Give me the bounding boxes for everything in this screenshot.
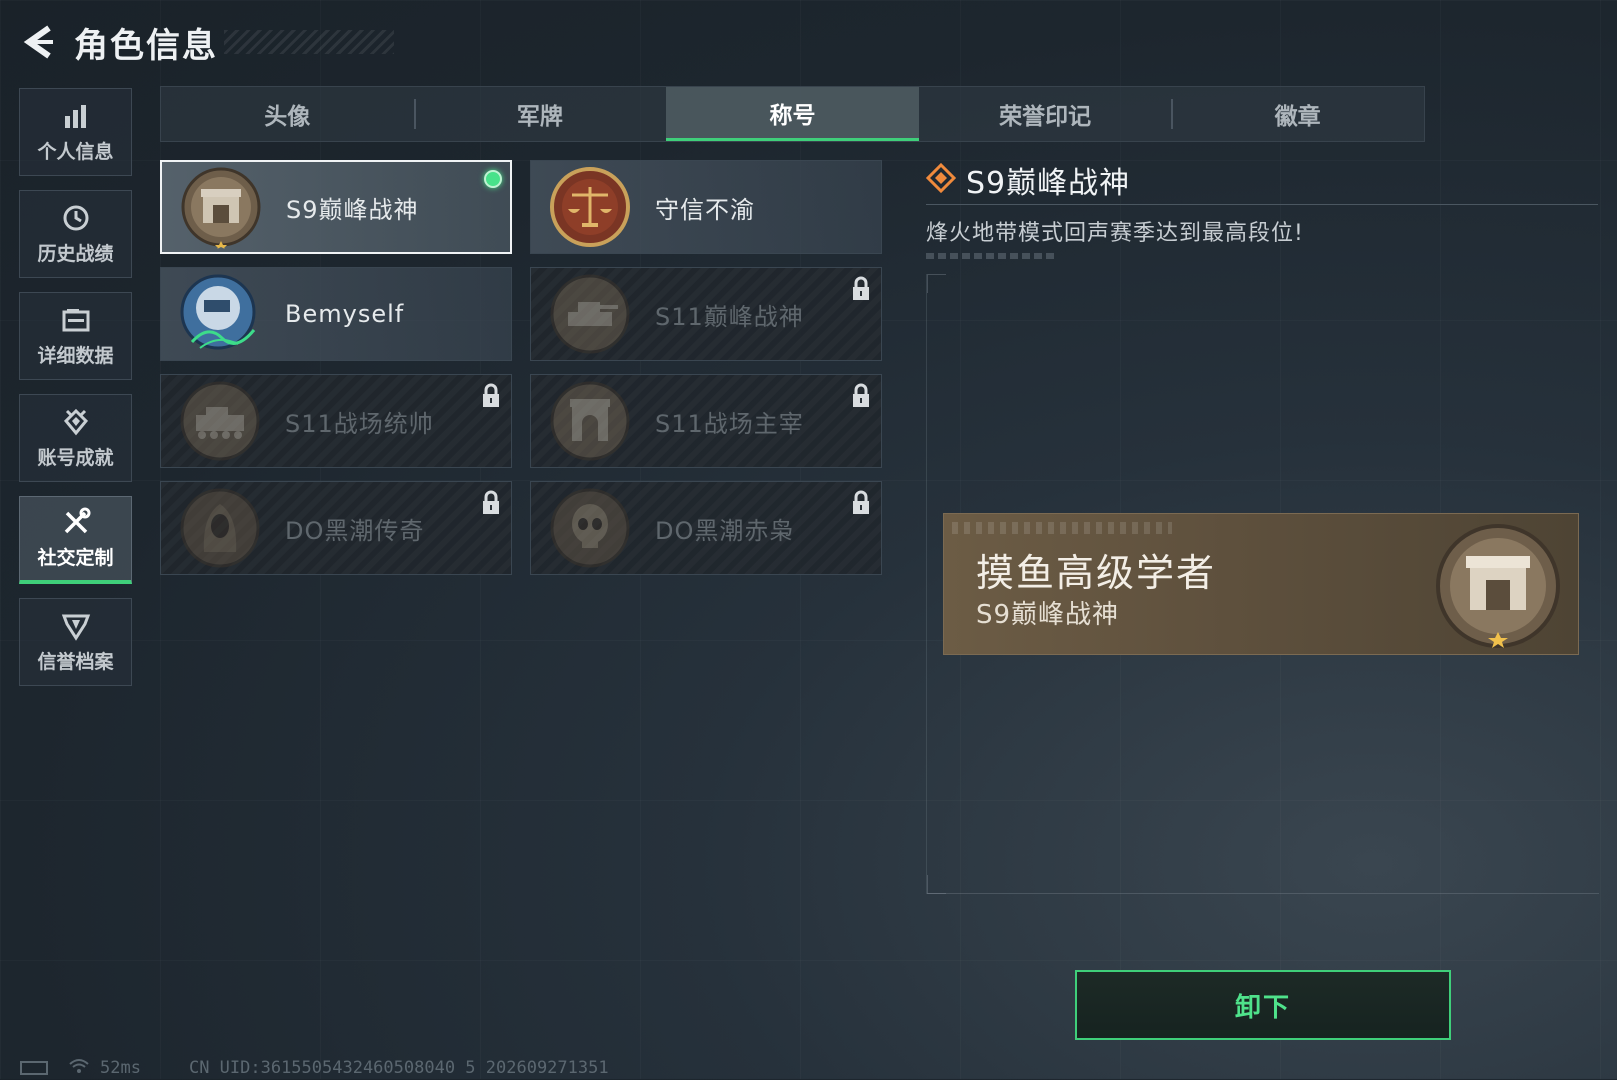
sidebar-item-label: 个人信息 xyxy=(37,140,114,163)
title-card[interactable]: Bemyself xyxy=(160,267,512,361)
equipped-indicator xyxy=(484,170,502,188)
uid-text: CN UID:3615505432460508040 5 20260927135… xyxy=(188,1058,609,1078)
sidebar-item-label: 信誉档案 xyxy=(37,650,114,673)
lock-icon xyxy=(851,383,871,409)
tab-label: 军牌 xyxy=(516,104,563,130)
title-label: DO黑潮传奇 xyxy=(285,516,425,545)
title-detail-panel: S9巅峰战神 烽火地带模式回声赛季达到最高段位! xyxy=(925,160,1598,259)
page-title: 角色信息 xyxy=(74,25,218,66)
title-label: S11战场主宰 xyxy=(655,409,804,438)
detail-description: 烽火地带模式回声赛季达到最高段位! xyxy=(926,221,1304,246)
bar-chart-icon xyxy=(61,101,91,131)
title-card[interactable]: S11战场统帅 xyxy=(160,374,512,468)
tab-badge[interactable]: 徽章 xyxy=(1171,87,1424,141)
tab-label: 头像 xyxy=(264,104,311,130)
detail-title: S9巅峰战神 xyxy=(966,166,1131,201)
status-bar: 52ms CN UID:3615505432460508040 5 202609… xyxy=(20,1058,609,1078)
title-card[interactable]: DO黑潮赤枭 xyxy=(530,481,882,575)
divider xyxy=(926,204,1598,205)
tab-title[interactable]: 称号 xyxy=(666,87,919,141)
diamond-icon xyxy=(925,162,957,197)
side-nav: 个人信息 历史战绩 详细数据 账号成就 社交定制 信誉档案 xyxy=(19,88,134,700)
tab-avatar[interactable]: 头像 xyxy=(161,87,414,141)
battery-icon xyxy=(20,1061,48,1075)
sidebar-item-label: 账号成就 xyxy=(37,446,114,469)
tank-laurel-emblem xyxy=(547,271,633,357)
sidebar-item-history[interactable]: 历史战绩 xyxy=(19,190,132,278)
tools-icon xyxy=(61,507,91,537)
tab-honor-mark[interactable]: 荣誉印记 xyxy=(919,87,1172,141)
credit-shield-icon xyxy=(61,611,91,641)
tab-label: 徽章 xyxy=(1274,104,1321,130)
title-label: S9巅峰战神 xyxy=(286,195,419,224)
arch-emblem xyxy=(547,378,633,464)
ping-text: 52ms xyxy=(100,1058,141,1078)
arch-laurel-emblem xyxy=(178,164,264,250)
arch-laurel-emblem xyxy=(1432,520,1564,652)
lock-icon xyxy=(481,490,501,516)
hooded-figure-emblem xyxy=(177,485,263,571)
unequip-button[interactable]: 卸下 xyxy=(1075,970,1451,1040)
title-card[interactable]: DO黑潮传奇 xyxy=(160,481,512,575)
sidebar-item-detailed-data[interactable]: 详细数据 xyxy=(19,292,132,380)
nameplate-title: S9巅峰战神 xyxy=(976,600,1120,630)
sidebar-item-social-custom[interactable]: 社交定制 xyxy=(19,496,132,584)
tab-label: 称号 xyxy=(769,102,816,129)
title-label: Bemyself xyxy=(285,300,405,328)
sidebar-item-personal-info[interactable]: 个人信息 xyxy=(19,88,132,176)
achievement-icon xyxy=(61,407,91,437)
skull-emblem xyxy=(547,485,633,571)
signature-emblem xyxy=(177,271,263,357)
lock-icon xyxy=(481,383,501,409)
lock-icon xyxy=(851,490,871,516)
category-tabs: 头像 军牌 称号 荣誉印记 徽章 xyxy=(160,86,1425,142)
sidebar-item-label: 详细数据 xyxy=(37,344,114,367)
progress-dots xyxy=(926,253,1054,259)
detail-header: S9巅峰战神 xyxy=(925,160,1598,201)
apc-emblem xyxy=(177,378,263,464)
title-card[interactable]: S11战场主宰 xyxy=(530,374,882,468)
tab-label: 荣誉印记 xyxy=(999,104,1092,130)
title-label: DO黑潮赤枭 xyxy=(655,516,795,545)
nameplate-preview: 摸鱼高级学者 S9巅峰战神 xyxy=(943,513,1579,655)
tab-dog-tag[interactable]: 军牌 xyxy=(413,87,667,141)
title-card[interactable]: S11巅峰战神 xyxy=(530,267,882,361)
nameplate-decoration xyxy=(952,522,1172,534)
wifi-icon xyxy=(68,1057,90,1080)
chevron-left-icon[interactable] xyxy=(20,22,56,62)
nameplate-player-name: 摸鱼高级学者 xyxy=(976,551,1217,595)
lock-icon xyxy=(851,276,871,302)
history-clock-icon xyxy=(61,203,91,233)
sidebar-item-label: 社交定制 xyxy=(37,547,114,569)
sidebar-item-label: 历史战绩 xyxy=(37,242,114,265)
title-card[interactable]: S9巅峰战神 xyxy=(160,160,512,254)
sidebar-item-achievements[interactable]: 账号成就 xyxy=(19,394,132,482)
title-label: S11战场统帅 xyxy=(285,409,434,438)
folder-icon xyxy=(61,305,91,335)
sidebar-item-credit-record[interactable]: 信誉档案 xyxy=(19,598,132,686)
title-label: 守信不渝 xyxy=(655,195,755,224)
title-card[interactable]: 守信不渝 xyxy=(530,160,882,254)
unequip-button-label: 卸下 xyxy=(1234,992,1291,1023)
scales-emblem xyxy=(547,164,633,250)
title-decoration xyxy=(224,30,394,54)
header: 角色信息 xyxy=(20,18,394,66)
title-label: S11巅峰战神 xyxy=(655,302,804,331)
